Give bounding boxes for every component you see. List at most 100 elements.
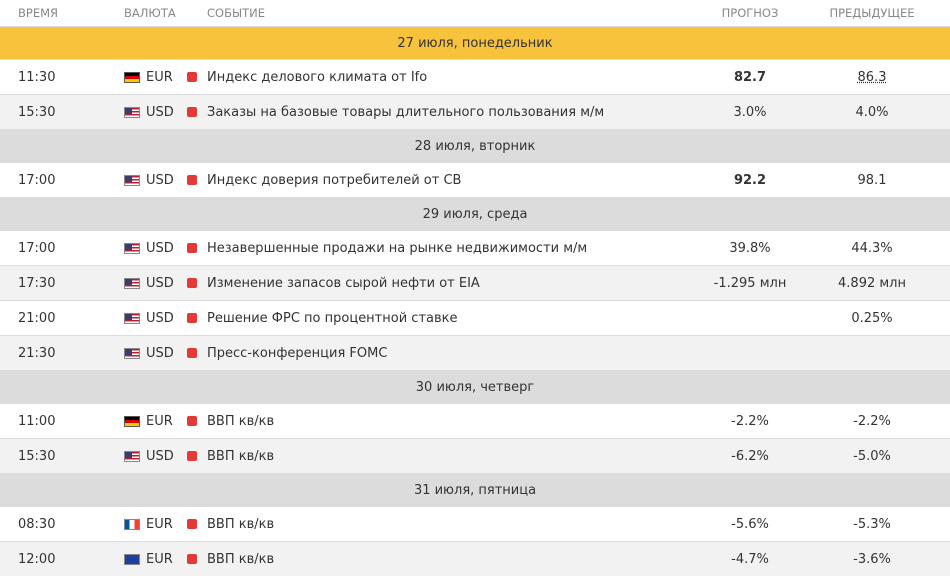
column-header-currency[interactable]: ВАЛЮТА [124,6,176,20]
us-flag-icon [124,106,140,118]
column-header-time[interactable]: ВРЕМЯ [18,6,58,20]
event-previous: 98.1 [857,172,887,188]
column-header-event[interactable]: СОБЫТИЕ [207,6,265,20]
us-flag-icon [124,347,140,359]
event-name[interactable]: Заказы на базовые товары длительного пол… [207,105,604,120]
us-flag-icon [124,277,140,289]
table-body: 27 июля, понедельник 11:30 EUR Индекс делов… [0,26,950,576]
event-time: 17:00 [18,172,56,188]
date-header-row: 29 июля, среда [0,197,950,230]
date-label: 27 июля, понедельник [397,35,553,51]
event-name[interactable]: Изменение запасов сырой нефти от EIA [207,276,480,291]
importance-high-icon [187,107,197,117]
event-previous: 44.3% [851,240,893,256]
event-currency: EUR [146,69,173,85]
event-previous: -5.0% [853,448,891,464]
event-time: 17:00 [18,240,56,256]
event-currency: EUR [146,551,173,567]
importance-high-icon [187,416,197,426]
event-forecast: -1.295 млн [713,275,787,291]
event-currency: USD [146,448,174,464]
event-forecast: -4.7% [731,551,769,567]
de-flag-icon [124,71,140,83]
importance-high-icon [187,348,197,358]
event-previous: 0.25% [851,310,893,326]
event-forecast: 82.7 [733,69,767,85]
event-currency: USD [146,172,174,188]
date-header-row: 30 июля, четверг [0,370,950,403]
event-previous: -2.2% [853,413,891,429]
event-currency: EUR [146,516,173,532]
event-name[interactable]: Индекс делового климата от Ifo [207,70,427,85]
importance-high-icon [187,243,197,253]
us-flag-icon [124,312,140,324]
importance-high-icon [187,451,197,461]
event-row[interactable]: 11:00 EUR ВВП кв/кв -2.2% -2.2% [0,403,950,438]
event-time: 17:30 [18,275,56,291]
event-time: 08:30 [18,516,56,532]
event-row[interactable]: 08:30 EUR ВВП кв/кв -5.6% -5.3% [0,506,950,541]
event-name[interactable]: ВВП кв/кв [207,414,274,429]
event-time: 11:00 [18,413,56,429]
us-flag-icon [124,450,140,462]
importance-high-icon [187,313,197,323]
column-header-forecast[interactable]: ПРОГНОЗ [700,6,800,20]
us-flag-icon [124,174,140,186]
importance-high-icon [187,554,197,564]
event-forecast: 3.0% [733,104,767,120]
importance-high-icon [187,175,197,185]
event-currency: USD [146,275,174,291]
date-label: 30 июля, четверг [415,379,535,395]
date-label: 31 июля, пятница [413,482,537,498]
event-currency: USD [146,310,174,326]
event-row[interactable]: 11:30 EUR Индекс делового климата от Ifo 82… [0,59,950,94]
event-previous: -5.3% [853,516,891,532]
event-forecast: -2.2% [731,413,769,429]
importance-high-icon [187,278,197,288]
event-row[interactable]: 17:30 USD Изменение запасов сырой нефти от… [0,265,950,300]
event-name[interactable]: ВВП кв/кв [207,517,274,532]
event-currency: USD [146,104,174,120]
date-header-row: 31 июля, пятница [0,473,950,506]
event-row[interactable]: 15:30 USD ВВП кв/кв -6.2% -5.0% [0,438,950,473]
event-name[interactable]: Незавершенные продажи на рынке недвижимо… [207,241,587,256]
de-flag-icon [124,415,140,427]
table-header: ВРЕМЯ ВАЛЮТА СОБЫТИЕ ПРОГНОЗ ПРЕДЫДУЩЕЕ [0,0,950,26]
column-header-previous[interactable]: ПРЕДЫДУЩЕЕ [812,6,932,20]
event-row[interactable]: 15:30 USD Заказы на базовые товары длитель… [0,94,950,129]
event-time: 15:30 [18,448,56,464]
event-currency: USD [146,345,174,361]
event-name[interactable]: ВВП кв/кв [207,552,274,567]
date-label: 28 июля, вторник [414,138,536,154]
event-previous: 4.0% [855,104,889,120]
event-name[interactable]: Решение ФРС по процентной ставке [207,311,458,326]
event-name[interactable]: Индекс доверия потребителей от CB [207,173,461,188]
event-time: 12:00 [18,551,56,567]
event-time: 11:30 [18,69,56,85]
importance-high-icon [187,519,197,529]
date-header-row: 27 июля, понедельник [0,26,950,59]
event-time: 21:00 [18,310,56,326]
event-row[interactable]: 17:00 USD Незавершенные продажи на рынке н… [0,230,950,265]
event-forecast: 92.2 [733,172,767,188]
date-label: 29 июля, среда [422,206,528,222]
event-row[interactable]: 12:00 EUR ВВП кв/кв -4.7% -3.6% [0,541,950,576]
event-row[interactable]: 17:00 USD Индекс доверия потребителей от C… [0,162,950,197]
event-currency: EUR [146,413,173,429]
event-name[interactable]: ВВП кв/кв [207,449,274,464]
event-previous[interactable]: 86.3 [812,70,932,85]
event-currency: USD [146,240,174,256]
importance-high-icon [187,72,197,82]
event-row[interactable]: 21:30 USD Пресс-конференция FOMC [0,335,950,370]
event-forecast: -5.6% [731,516,769,532]
date-header-row: 28 июля, вторник [0,129,950,162]
eu-flag-icon [124,553,140,565]
event-time: 15:30 [18,104,56,120]
event-name[interactable]: Пресс-конференция FOMC [207,346,387,361]
event-forecast: -6.2% [731,448,769,464]
economic-calendar: ВРЕМЯ ВАЛЮТА СОБЫТИЕ ПРОГНОЗ ПРЕДЫДУЩЕЕ … [0,0,950,576]
event-time: 21:30 [18,345,56,361]
event-row[interactable]: 21:00 USD Решение ФРС по процентной ставке… [0,300,950,335]
us-flag-icon [124,242,140,254]
event-previous: 4.892 млн [838,275,906,291]
